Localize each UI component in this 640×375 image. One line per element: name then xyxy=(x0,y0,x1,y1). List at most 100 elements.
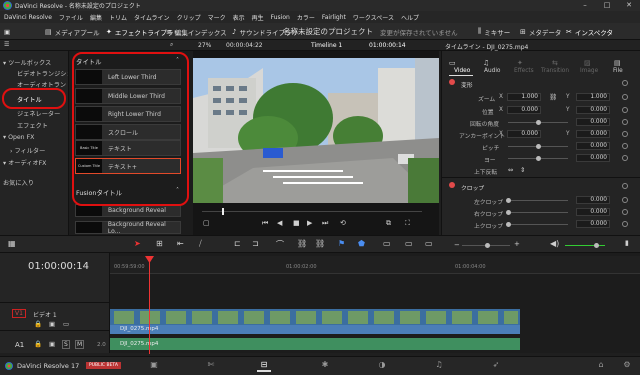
effects-tab-icon[interactable]: ✦ xyxy=(517,59,523,67)
loop-icon[interactable]: ⟲ xyxy=(340,219,346,227)
yaw-field[interactable]: 0.000 xyxy=(576,154,610,162)
flag-icon[interactable]: ⚑ xyxy=(338,239,345,248)
menu-workspace[interactable]: ワークスペース xyxy=(353,13,394,22)
position-x-field[interactable]: 0.000 xyxy=(507,106,541,114)
skip-start-icon[interactable]: ⏮ xyxy=(262,219,268,228)
reset-icon[interactable] xyxy=(622,80,628,86)
reset-icon[interactable] xyxy=(622,107,628,113)
audio-meter-icon[interactable]: ▮ xyxy=(625,239,629,247)
inspector-button[interactable]: ✂ インスペクタ xyxy=(566,26,613,37)
slider-knob[interactable] xyxy=(536,144,541,149)
trim-tool-icon[interactable]: ⊞ xyxy=(156,239,163,248)
crop-header[interactable]: クロップ xyxy=(461,183,484,192)
dynamic-trim-icon[interactable]: ⇤ xyxy=(177,239,184,248)
overwrite-clip-icon[interactable]: ⊐ xyxy=(252,239,259,248)
auto-select-icon[interactable]: ▣ xyxy=(49,340,55,348)
color-page-icon[interactable]: ◑ xyxy=(375,360,389,372)
media-page-icon[interactable]: ▣ xyxy=(147,360,161,372)
fullscreen-icon[interactable]: ⛶ xyxy=(405,219,410,228)
metadata-button[interactable]: ⊞ メタデータ xyxy=(520,26,561,37)
tab-video[interactable]: Video xyxy=(454,68,470,74)
cut-page-icon[interactable]: ✄ xyxy=(204,360,218,372)
timeline-selector[interactable]: Timeline 1 xyxy=(311,42,342,49)
track-visibility-icon[interactable]: ▭ xyxy=(63,320,69,328)
toolbox-category[interactable]: ▾ ツールボックス xyxy=(3,58,51,67)
menu-fusion[interactable]: Fusion xyxy=(271,14,290,21)
zoom-out-icon[interactable]: − xyxy=(454,241,460,249)
reset-icon[interactable] xyxy=(622,221,628,227)
generators-item[interactable]: ジェネレーター xyxy=(17,109,60,118)
a1-track-id[interactable]: A1 xyxy=(15,341,24,349)
media-pool-button[interactable]: ▤ メディアプール xyxy=(45,26,100,37)
timeline-ruler[interactable] xyxy=(110,256,640,274)
position-y-field[interactable]: 0.000 xyxy=(576,106,610,114)
tab-transition[interactable]: Transition xyxy=(541,68,569,74)
transform-header[interactable]: 変形 xyxy=(461,80,473,89)
menu-color[interactable]: カラー xyxy=(297,13,315,22)
timeline-view-icon[interactable]: ▦ xyxy=(8,239,16,248)
pitch-field[interactable]: 0.000 xyxy=(576,142,610,150)
skip-end-icon[interactable]: ⏭ xyxy=(322,219,328,228)
minimize-icon[interactable]: – xyxy=(574,0,596,11)
menu-timeline[interactable]: タイムライン xyxy=(134,13,170,22)
slider-knob[interactable] xyxy=(536,120,541,125)
reset-icon[interactable] xyxy=(622,197,628,203)
zoom-level[interactable]: 27% xyxy=(198,42,211,49)
fusion-page-icon[interactable]: ✱ xyxy=(318,360,332,372)
transform-enable-toggle[interactable] xyxy=(449,79,455,85)
file-tab-icon[interactable]: ▤ xyxy=(614,59,621,67)
slider-knob[interactable] xyxy=(536,156,541,161)
anchor-x-field[interactable]: 0.000 xyxy=(507,130,541,138)
reset-icon[interactable] xyxy=(622,119,628,125)
audio-fx-category[interactable]: ▾ オーディオFX xyxy=(3,158,46,167)
v1-track-id[interactable]: V1 xyxy=(12,309,26,318)
play-icon[interactable]: ▶ xyxy=(307,219,312,227)
playhead[interactable] xyxy=(149,256,150,354)
zoom-in-icon[interactable]: + xyxy=(514,240,520,248)
settings-icon[interactable]: ⚙ xyxy=(620,360,634,372)
image-tab-icon[interactable]: ▨ xyxy=(584,59,591,67)
deliver-page-icon[interactable]: ➶ xyxy=(489,360,503,372)
zoom-custom-icon[interactable]: ▭ xyxy=(425,239,433,248)
lock-icon[interactable]: ⛓ xyxy=(315,239,325,248)
snapping-icon[interactable]: ⌒ xyxy=(276,239,284,250)
flip-vertical-icon[interactable]: ⇕ xyxy=(520,166,525,174)
anchor-y-field[interactable]: 0.000 xyxy=(576,130,610,138)
reset-icon[interactable] xyxy=(622,143,628,149)
edit-page-icon[interactable]: ⊟ xyxy=(257,360,271,372)
menu-clip[interactable]: クリップ xyxy=(177,13,201,22)
transition-tab-icon[interactable]: ⇆ xyxy=(552,59,558,67)
menu-fairlight[interactable]: Fairlight xyxy=(322,14,346,21)
tab-file[interactable]: File xyxy=(613,68,623,74)
match-frame-icon[interactable]: ⧉ xyxy=(386,219,391,228)
flip-horizontal-icon[interactable]: ⇔ xyxy=(508,166,513,174)
stop-icon[interactable]: ■ xyxy=(293,219,300,227)
favorites-item[interactable]: お気に入り xyxy=(3,178,34,187)
viewer-options-icon[interactable]: ▢ xyxy=(203,219,210,227)
video-clip-thumbnails[interactable] xyxy=(110,309,520,326)
audio-clip[interactable]: DJI_0275.mp4 xyxy=(110,338,520,350)
list-view-icon[interactable]: ☰ xyxy=(4,41,9,48)
marker-icon[interactable]: ⬟ xyxy=(358,239,365,248)
zoom-detail-icon[interactable]: ▭ xyxy=(405,239,413,248)
crop-top-slider[interactable] xyxy=(508,224,568,225)
tab-audio[interactable]: Audio xyxy=(484,68,500,74)
close-icon[interactable]: ✕ xyxy=(618,0,640,11)
lock-track-icon[interactable]: 🔒 xyxy=(34,340,42,348)
fairlight-page-icon[interactable]: ♫ xyxy=(432,360,446,372)
mute-button[interactable]: M xyxy=(75,340,85,349)
zoom-full-icon[interactable]: ▭ xyxy=(383,239,391,248)
viewer-scrubber[interactable] xyxy=(202,211,422,212)
blade-tool-icon[interactable]: ⧸ xyxy=(199,239,202,249)
menu-resolve[interactable]: DaVinci Resolve xyxy=(4,14,52,21)
crop-top-field[interactable]: 0.000 xyxy=(576,220,610,228)
auto-select-icon[interactable]: ▣ xyxy=(49,320,55,328)
slider-knob[interactable] xyxy=(506,222,511,227)
slider-knob[interactable] xyxy=(594,243,599,248)
slider-knob[interactable] xyxy=(485,243,490,248)
crop-enable-toggle[interactable] xyxy=(449,182,455,188)
slider-knob[interactable] xyxy=(506,210,511,215)
menu-file[interactable]: ファイル xyxy=(59,13,83,22)
tab-image[interactable]: Image xyxy=(580,68,598,74)
menu-view[interactable]: 表示 xyxy=(233,13,245,22)
